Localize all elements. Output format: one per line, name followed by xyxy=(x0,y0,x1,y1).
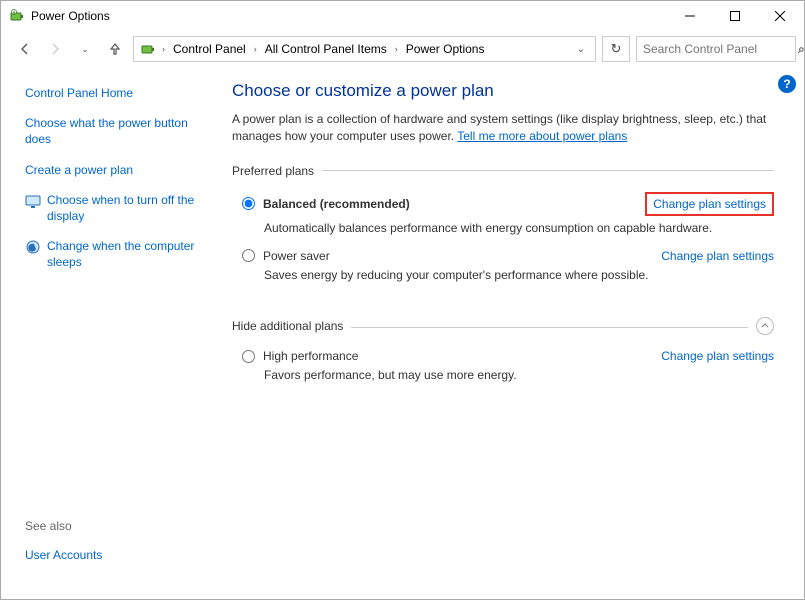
search-box[interactable]: ⌕ xyxy=(636,36,796,62)
page-heading: Choose or customize a power plan xyxy=(232,81,774,101)
plan-highperf-label[interactable]: High performance xyxy=(263,349,358,363)
plan-balanced-label[interactable]: Balanced (recommended) xyxy=(263,197,410,211)
display-off-icon xyxy=(25,193,41,209)
sidebar-link-turn-off-display[interactable]: Choose when to turn off the display xyxy=(47,192,202,224)
forward-button[interactable] xyxy=(43,37,67,61)
page-description: A power plan is a collection of hardware… xyxy=(232,111,774,146)
address-bar[interactable]: › Control Panel › All Control Panel Item… xyxy=(133,36,596,62)
plan-powersaver-label[interactable]: Power saver xyxy=(263,249,330,263)
search-input[interactable] xyxy=(643,42,798,56)
hide-additional-plans-legend: Hide additional plans xyxy=(232,319,351,333)
plan-balanced-radio[interactable] xyxy=(242,197,255,210)
chevron-right-icon[interactable]: › xyxy=(160,44,167,54)
preferred-plans-group: Preferred plans Balanced (recommended) C… xyxy=(232,164,774,300)
sleep-icon xyxy=(25,239,41,255)
collapse-additional-plans-button[interactable] xyxy=(756,317,774,335)
change-plan-settings-balanced[interactable]: Change plan settings xyxy=(645,192,774,216)
help-icon[interactable]: ? xyxy=(778,75,796,93)
plan-powersaver-desc: Saves energy by reducing your computer's… xyxy=(242,263,774,284)
address-icon xyxy=(140,41,156,57)
minimize-button[interactable] xyxy=(667,2,712,31)
recent-locations-button[interactable]: ⌄ xyxy=(73,37,97,61)
window-title: Power Options xyxy=(31,9,667,23)
additional-plans-group: Hide additional plans High performance C… xyxy=(232,317,774,400)
title-bar: Power Options xyxy=(1,1,804,31)
maximize-button[interactable] xyxy=(712,2,757,31)
breadcrumb-power-options[interactable]: Power Options xyxy=(402,40,489,58)
sidebar-link-computer-sleeps[interactable]: Change when the computer sleeps xyxy=(47,238,202,270)
content-pane: ? Choose or customize a power plan A pow… xyxy=(216,67,804,601)
change-plan-settings-powersaver[interactable]: Change plan settings xyxy=(661,249,774,263)
nav-row: ⌄ › Control Panel › All Control Panel It… xyxy=(1,31,804,67)
sidebar-link-power-button[interactable]: Choose what the power button does xyxy=(25,115,202,147)
power-options-icon xyxy=(9,8,25,24)
preferred-plans-legend: Preferred plans xyxy=(232,164,322,178)
change-plan-settings-highperf[interactable]: Change plan settings xyxy=(661,349,774,363)
back-button[interactable] xyxy=(13,37,37,61)
plan-balanced: Balanced (recommended) Change plan setti… xyxy=(232,188,774,245)
address-dropdown-icon[interactable]: ⌄ xyxy=(573,44,591,55)
breadcrumb-all-items[interactable]: All Control Panel Items xyxy=(261,40,391,58)
tell-me-more-link[interactable]: Tell me more about power plans xyxy=(457,129,627,143)
sidebar-link-user-accounts[interactable]: User Accounts xyxy=(25,547,202,563)
plan-balanced-desc: Automatically balances performance with … xyxy=(242,216,774,237)
close-button[interactable] xyxy=(757,2,802,31)
chevron-right-icon[interactable]: › xyxy=(252,44,259,54)
plan-highperf: High performance Change plan settings Fa… xyxy=(232,345,774,392)
sidebar-link-create-plan[interactable]: Create a power plan xyxy=(25,162,202,178)
search-icon[interactable]: ⌕ xyxy=(798,42,805,57)
plan-powersaver: Power saver Change plan settings Saves e… xyxy=(232,245,774,292)
control-panel-home-link[interactable]: Control Panel Home xyxy=(25,85,202,101)
chevron-right-icon[interactable]: › xyxy=(393,44,400,54)
sidebar: Control Panel Home Choose what the power… xyxy=(1,67,216,601)
refresh-button[interactable]: ↻ xyxy=(602,36,630,62)
see-also-heading: See also xyxy=(25,519,202,533)
up-button[interactable] xyxy=(103,37,127,61)
plan-highperf-desc: Favors performance, but may use more ene… xyxy=(242,363,774,384)
plan-powersaver-radio[interactable] xyxy=(242,249,255,262)
breadcrumb-control-panel[interactable]: Control Panel xyxy=(169,40,250,58)
plan-highperf-radio[interactable] xyxy=(242,350,255,363)
